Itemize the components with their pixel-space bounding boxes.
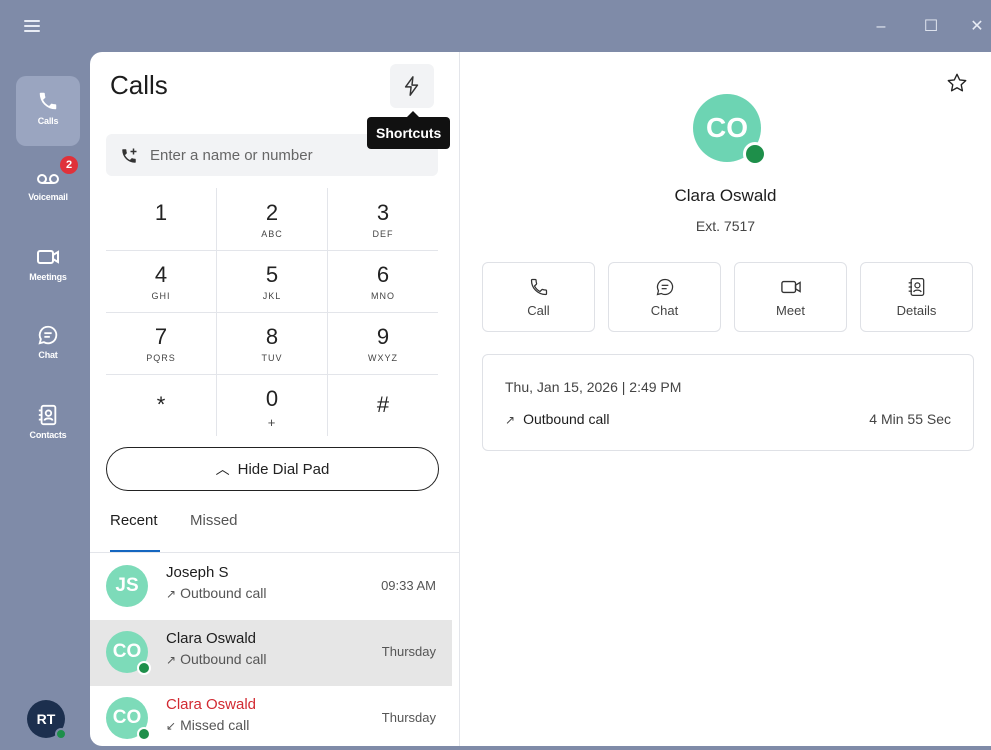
action-label: Details (896, 303, 937, 318)
dial-key-3[interactable]: 3 DEF (328, 188, 438, 250)
history-tabs: Recent Missed (110, 512, 440, 556)
phone-add-icon (122, 148, 137, 163)
close-button[interactable]: ✕ (966, 16, 988, 38)
main-panel: Calls Shortcuts 1 2ABC 3DEF 4GHI 5JKL 6M… (90, 52, 991, 746)
presence-indicator (55, 728, 67, 740)
call-date: Thu, Jan 15, 2026 | 2:49 PM (505, 379, 682, 395)
chat-icon (656, 278, 673, 296)
presence-indicator (743, 142, 767, 166)
call-history-row[interactable]: JS Joseph S ↗ Outbound call 09:33 AM (90, 554, 452, 620)
call-duration: 4 Min 55 Sec (869, 411, 951, 427)
contacts-icon (908, 278, 924, 296)
dial-key-star[interactable]: * (106, 374, 216, 436)
contact-name: Clara Oswald (166, 696, 257, 713)
contacts-icon (38, 404, 57, 426)
dial-key-4[interactable]: 4 GHI (106, 250, 216, 312)
divider (90, 552, 460, 553)
missed-arrow-icon: ↙ (166, 719, 177, 733)
hide-dial-pad-label: Hide Dial Pad (237, 461, 330, 478)
rail-item-meetings[interactable]: Meetings (16, 232, 80, 302)
outbound-arrow-icon: ↗ (505, 413, 516, 427)
menu-icon[interactable] (24, 20, 40, 32)
last-call-card: Thu, Jan 15, 2026 | 2:49 PM ↗ Outbound ca… (482, 354, 974, 451)
rail-label: Meetings (29, 272, 67, 282)
dial-key-hash[interactable]: # (328, 374, 438, 436)
video-icon (780, 280, 801, 294)
call-history-row[interactable]: CO Clara Oswald ↙ Missed call Thursday (90, 686, 452, 746)
call-time: Thursday (381, 710, 436, 725)
dial-key-6[interactable]: 6 MNO (328, 250, 438, 312)
contact-avatar: CO (693, 94, 767, 166)
phone-icon (530, 278, 547, 296)
call-button[interactable]: Call (482, 262, 595, 332)
chat-icon (38, 325, 58, 345)
meet-button[interactable]: Meet (734, 262, 847, 332)
rail-label: Voicemail (28, 192, 68, 202)
title-bar: – ☐ ✕ (0, 0, 991, 52)
phone-icon (39, 92, 57, 110)
user-initials: RT (36, 711, 56, 727)
contact-name: Joseph S (166, 564, 229, 581)
chevron-up-icon: ︿ (215, 461, 230, 477)
presence-indicator (137, 727, 151, 741)
dial-key-2[interactable]: 2 ABC (217, 188, 327, 250)
rail-item-contacts[interactable]: Contacts (16, 390, 80, 460)
page-title: Calls (110, 70, 168, 100)
tab-missed[interactable]: Missed (190, 512, 238, 543)
dial-key-8[interactable]: 8 TUV (217, 312, 327, 374)
dial-pad: 1 2 ABC 3 DEF 4 GHI 5 JKL 6 MNO 7 PQRS 8 TUV 9W… (106, 188, 438, 436)
rail-item-chat[interactable]: Chat (16, 310, 80, 380)
action-label: Meet (776, 303, 805, 318)
maximize-button[interactable]: ☐ (920, 16, 942, 38)
call-status: ↙ Missed call (166, 717, 250, 733)
call-status: ↗ Outbound call (166, 585, 267, 601)
rail-item-voicemail[interactable]: Voicemail 2 (16, 152, 80, 222)
voicemail-badge: 2 (60, 156, 78, 174)
voicemail-icon (37, 174, 59, 184)
hide-dial-pad-button[interactable]: ︿ Hide Dial Pad (106, 447, 439, 491)
rail-label: Chat (38, 350, 58, 360)
details-button[interactable]: Details (860, 262, 973, 332)
outbound-arrow-icon: ↗ (166, 587, 177, 601)
avatar: JS (106, 565, 148, 607)
tab-recent[interactable]: Recent (110, 512, 158, 543)
dial-key-1[interactable]: 1 (106, 188, 216, 250)
contact-extension: Ext. 7517 (695, 218, 756, 234)
rail-label: Calls (37, 116, 59, 126)
call-type: ↗ Outbound call (505, 411, 610, 427)
rail-item-calls[interactable]: Calls (16, 76, 80, 146)
nav-rail: Calls Voicemail 2 Meetings Chat Contacts… (0, 52, 90, 750)
call-time: Thursday (381, 644, 436, 659)
contact-name: Clara Oswald (674, 186, 777, 205)
lightning-icon (404, 76, 419, 96)
calls-pane: Calls Shortcuts 1 2ABC 3DEF 4GHI 5JKL 6M… (90, 52, 460, 746)
chat-button[interactable]: Chat (608, 262, 721, 332)
action-label: Chat (650, 303, 679, 318)
dial-key-5[interactable]: 5 JKL (217, 250, 327, 312)
presence-indicator (137, 661, 151, 675)
video-icon (37, 250, 59, 264)
outbound-arrow-icon: ↗ (166, 653, 177, 667)
action-label: Call (527, 303, 550, 318)
user-avatar[interactable]: RT (27, 700, 67, 740)
dial-key-7[interactable]: 7 PQRS (106, 312, 216, 374)
contact-detail-pane: CO Clara Oswald Ext. 7517 Call Chat Meet… (460, 52, 991, 746)
dial-key-9[interactable]: 9 WXYZ (328, 312, 438, 374)
call-time: 09:33 AM (381, 578, 436, 593)
contact-name: Clara Oswald (166, 630, 257, 647)
shortcuts-button[interactable] (390, 64, 434, 108)
avatar: CO (106, 697, 151, 741)
call-history-row[interactable]: CO Clara Oswald ↗ Outbound call Thursday (90, 620, 452, 686)
shortcuts-tooltip: Shortcuts (367, 111, 451, 149)
dial-key-0[interactable]: 0 + (217, 374, 327, 436)
call-status: ↗ Outbound call (166, 651, 267, 667)
minimize-button[interactable]: – (870, 16, 892, 38)
avatar: CO (106, 631, 151, 675)
rail-label: Contacts (29, 430, 67, 440)
star-icon[interactable] (946, 72, 968, 94)
